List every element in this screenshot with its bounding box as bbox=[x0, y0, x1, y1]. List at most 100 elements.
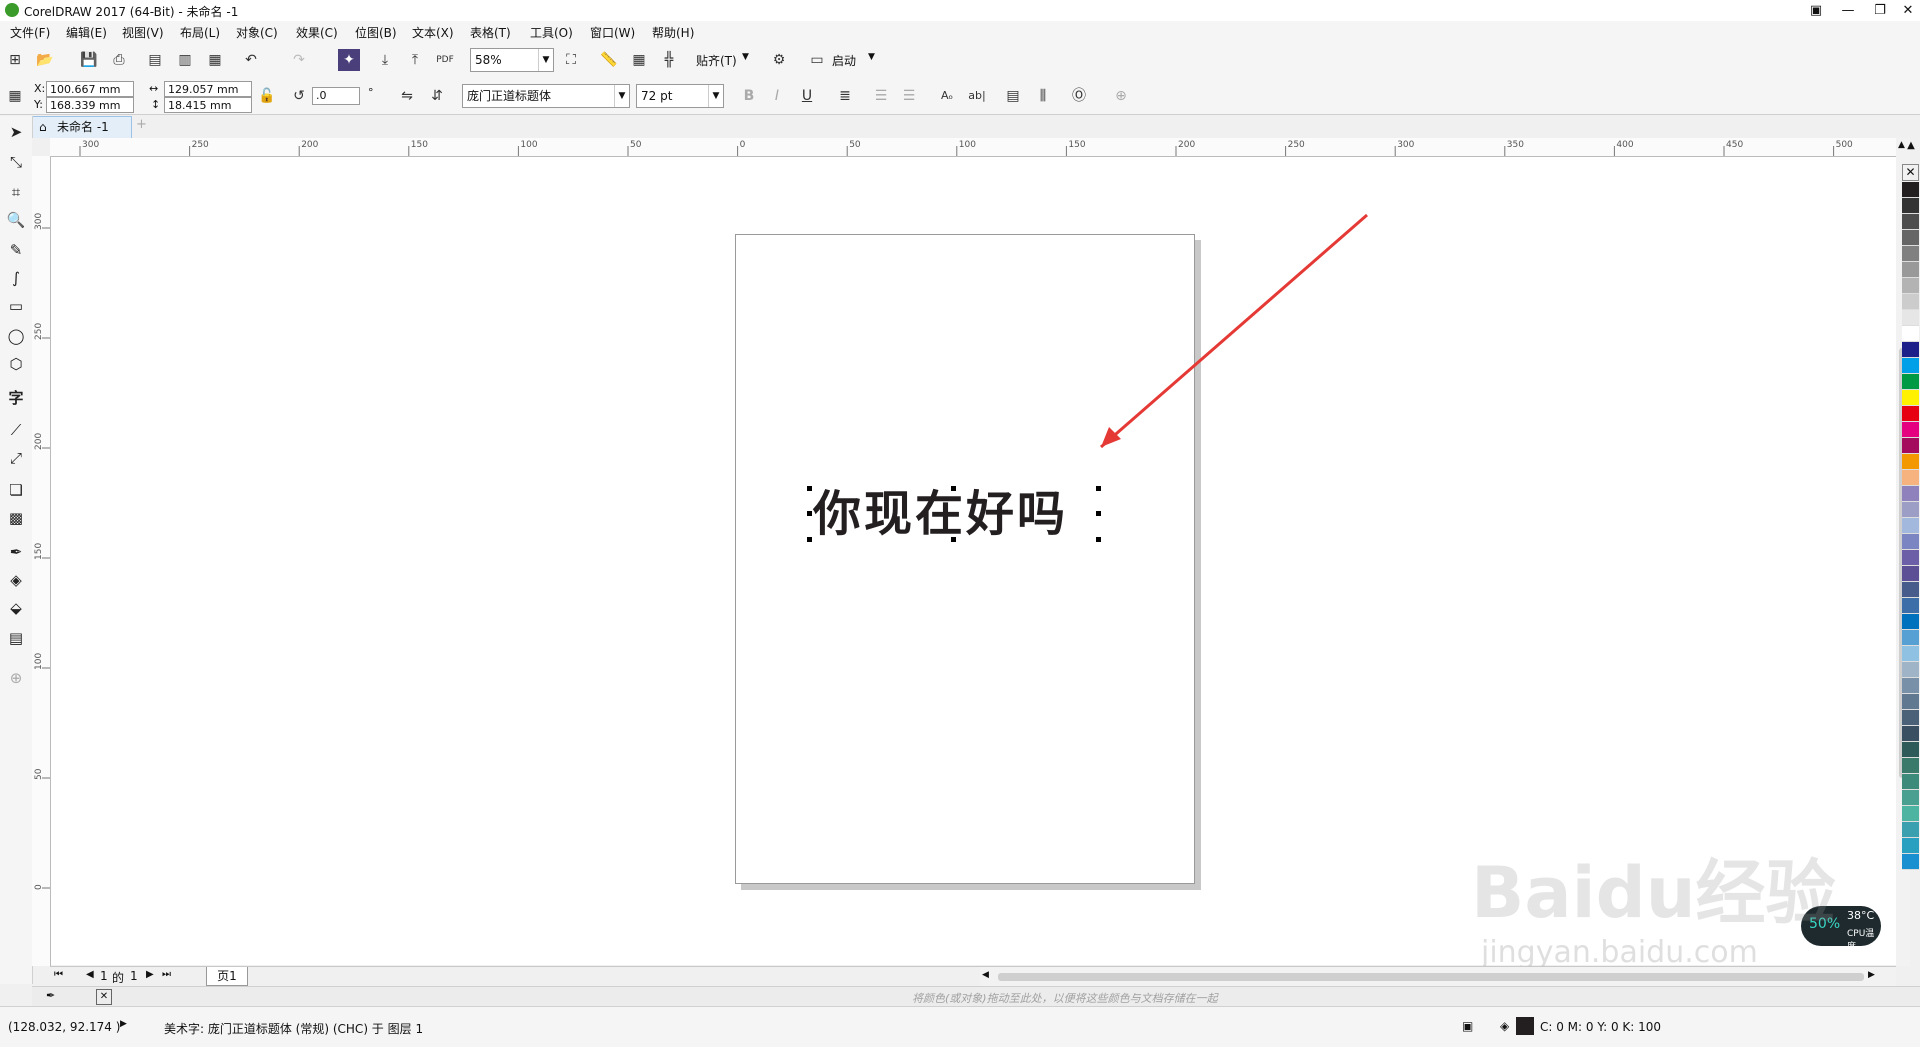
fill-swatch[interactable] bbox=[1516, 1017, 1534, 1035]
color-eyedropper-icon[interactable]: ✒ bbox=[4, 540, 28, 564]
horizontal-scroll-thumb[interactable] bbox=[998, 973, 1864, 981]
close-button[interactable]: ✕ bbox=[1892, 0, 1920, 21]
polygon-tool-icon[interactable]: ⬡ bbox=[4, 352, 28, 376]
text-tool-icon[interactable]: 字 bbox=[4, 386, 28, 410]
horizontal-ruler[interactable]: 300 250 200 150 100 50 0 50 100 150 200 250 300 350 40… bbox=[50, 138, 1896, 157]
parallel-dimension-icon[interactable]: ⟋ bbox=[4, 418, 28, 442]
launch-menu[interactable]: 启动 bbox=[832, 52, 856, 69]
show-grid-icon[interactable]: ▦ bbox=[628, 49, 650, 71]
rectangle-tool-icon[interactable]: ▭ bbox=[4, 294, 28, 318]
application-launcher-icon[interactable]: ▭ bbox=[806, 49, 828, 71]
color-swatch[interactable] bbox=[1902, 518, 1919, 534]
outline-pen-icon[interactable]: ▤ bbox=[4, 626, 28, 650]
smart-fill-icon[interactable]: ⬙ bbox=[4, 596, 28, 620]
color-swatch[interactable] bbox=[1902, 630, 1919, 646]
copy-icon[interactable]: ▥ bbox=[174, 49, 196, 71]
rotation-angle-input[interactable]: .0 bbox=[312, 87, 360, 105]
color-swatch[interactable] bbox=[1902, 790, 1919, 806]
ruler-origin-corner[interactable] bbox=[32, 138, 51, 157]
color-swatch[interactable] bbox=[1902, 806, 1919, 822]
color-swatch[interactable] bbox=[1902, 374, 1919, 390]
color-swatch[interactable] bbox=[1902, 470, 1919, 486]
mirror-horizontal-icon[interactable]: ⇋ bbox=[396, 85, 418, 107]
color-swatch[interactable] bbox=[1902, 742, 1919, 758]
color-swatch[interactable] bbox=[1902, 582, 1919, 598]
color-swatch[interactable] bbox=[1902, 822, 1919, 838]
add-tool-icon[interactable]: ⊕ bbox=[4, 666, 28, 690]
crop-tool-icon[interactable]: ⌗ bbox=[4, 180, 28, 204]
menu-table[interactable]: 表格(T) bbox=[470, 24, 511, 41]
menu-window[interactable]: 窗口(W) bbox=[590, 24, 635, 41]
rotate-icon[interactable]: ↺ bbox=[288, 85, 310, 107]
color-swatch[interactable] bbox=[1902, 678, 1919, 694]
text-alignment-icon[interactable]: ≣ bbox=[834, 85, 856, 107]
color-swatch[interactable] bbox=[1902, 358, 1919, 374]
snap-to-menu[interactable]: 贴齐(T) bbox=[696, 52, 737, 69]
color-swatch[interactable] bbox=[1902, 694, 1919, 710]
page-tab[interactable]: 页1 bbox=[206, 967, 248, 986]
options-gear-icon[interactable]: ⚙ bbox=[768, 49, 790, 71]
menu-text[interactable]: 文本(X) bbox=[412, 24, 454, 41]
color-swatch[interactable] bbox=[1902, 326, 1919, 342]
status-expand-icon[interactable]: ▶ bbox=[120, 1019, 127, 1029]
ellipse-tool-icon[interactable]: ◯ bbox=[4, 324, 28, 348]
vertical-ruler[interactable]: 300 250 200 150 100 50 0 bbox=[32, 156, 51, 966]
color-swatch[interactable] bbox=[1902, 406, 1919, 422]
vertical-text-icon[interactable]: ⫼ bbox=[1032, 85, 1054, 107]
no-color-icon[interactable]: ✕ bbox=[96, 989, 112, 1005]
font-size-dropdown[interactable]: 72 pt ▼ bbox=[636, 84, 724, 108]
next-page-icon[interactable]: ▶ bbox=[146, 969, 154, 980]
color-swatch[interactable] bbox=[1902, 534, 1919, 550]
menu-help[interactable]: 帮助(H) bbox=[652, 24, 694, 41]
color-swatch[interactable] bbox=[1902, 262, 1919, 278]
width-input[interactable]: 129.057 mm bbox=[164, 81, 252, 97]
chevron-down-icon[interactable]: ▼ bbox=[868, 52, 875, 62]
color-swatch[interactable] bbox=[1902, 230, 1919, 246]
menu-layout[interactable]: 布局(L) bbox=[180, 24, 220, 41]
zoom-level-dropdown[interactable]: 58% ▼ bbox=[470, 48, 554, 72]
mirror-vertical-icon[interactable]: ⇵ bbox=[426, 85, 448, 107]
show-rulers-icon[interactable]: 📏 bbox=[598, 49, 620, 71]
bullet-list-icon[interactable]: ☰ bbox=[870, 85, 892, 107]
underline-icon[interactable]: U bbox=[796, 85, 818, 107]
color-swatch[interactable] bbox=[1902, 246, 1919, 262]
connector-tool-icon[interactable]: ⤢ bbox=[4, 446, 28, 470]
scroll-right-icon[interactable]: ▶ bbox=[1868, 970, 1875, 980]
chevron-down-icon[interactable]: ▼ bbox=[742, 52, 749, 62]
color-swatch[interactable] bbox=[1902, 182, 1919, 198]
import-icon[interactable]: ⤓ bbox=[374, 49, 396, 71]
print-icon[interactable]: ⎙ bbox=[108, 49, 130, 71]
eyedropper-icon[interactable]: ✒ bbox=[46, 989, 55, 1002]
zoom-tool-icon[interactable]: 🔍 bbox=[4, 208, 28, 232]
last-page-icon[interactable]: ⏭ bbox=[162, 969, 171, 980]
character-formatting-icon[interactable]: Aₒ bbox=[936, 85, 958, 107]
color-swatch[interactable] bbox=[1902, 646, 1919, 662]
no-fill-swatch[interactable]: ✕ bbox=[1902, 164, 1919, 181]
color-swatch[interactable] bbox=[1902, 598, 1919, 614]
shape-tool-icon[interactable]: ⤡ bbox=[4, 150, 28, 174]
color-swatch[interactable] bbox=[1902, 710, 1919, 726]
previous-page-icon[interactable]: ◀ bbox=[86, 969, 94, 980]
transparency-tool-icon[interactable]: ▩ bbox=[4, 506, 28, 530]
color-swatch[interactable] bbox=[1902, 854, 1919, 870]
y-position-input[interactable]: 168.339 mm bbox=[46, 97, 134, 113]
color-swatch[interactable] bbox=[1902, 310, 1919, 326]
horizontal-scrollbar[interactable]: ◀ ▶ bbox=[980, 966, 1896, 987]
export-icon[interactable]: ⤒ bbox=[404, 49, 426, 71]
palette-scroll-up-icon[interactable]: ▲ bbox=[1902, 140, 1920, 160]
color-swatch[interactable] bbox=[1902, 566, 1919, 582]
first-page-icon[interactable]: ⏮ bbox=[54, 969, 63, 980]
pick-tool-icon[interactable]: ➤ bbox=[4, 120, 28, 144]
freehand-tool-icon[interactable]: ✎ bbox=[4, 238, 28, 262]
save-icon[interactable]: 💾 bbox=[78, 49, 100, 71]
color-swatch[interactable] bbox=[1902, 774, 1919, 790]
color-swatch[interactable] bbox=[1902, 422, 1919, 438]
undo-icon[interactable]: ↶ bbox=[240, 49, 262, 71]
color-swatch[interactable] bbox=[1902, 838, 1919, 854]
color-swatch[interactable] bbox=[1902, 214, 1919, 230]
color-swatch[interactable] bbox=[1902, 758, 1919, 774]
menu-effects[interactable]: 效果(C) bbox=[296, 24, 338, 41]
height-input[interactable]: 18.415 mm bbox=[164, 97, 252, 113]
horizontal-text-icon[interactable]: ▤ bbox=[1002, 85, 1024, 107]
menu-object[interactable]: 对象(C) bbox=[236, 24, 278, 41]
